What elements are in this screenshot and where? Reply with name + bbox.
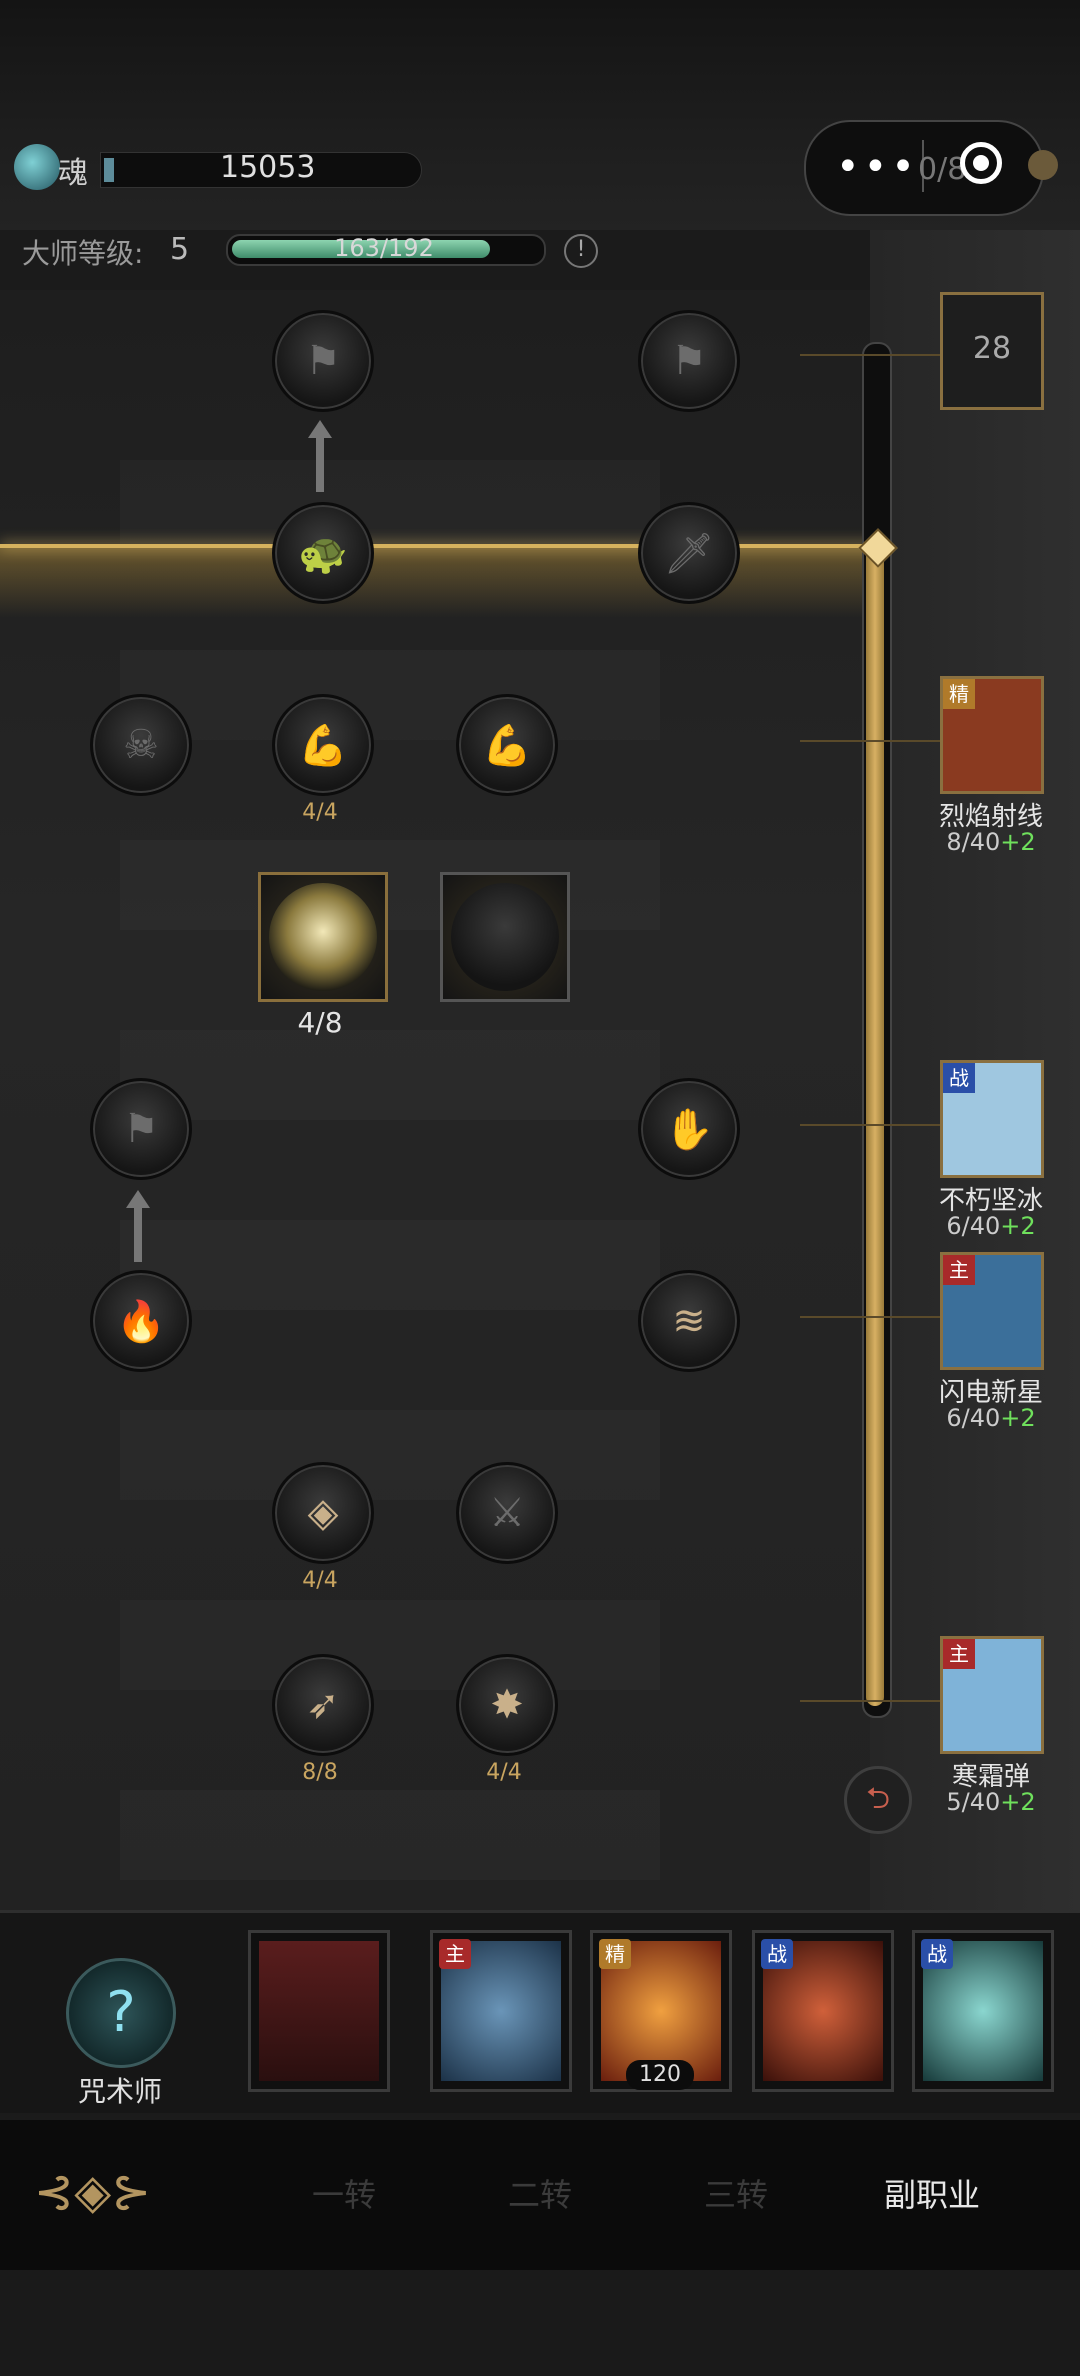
- class-name: 咒术师: [77, 2075, 162, 2108]
- dagger-icon[interactable]: 🗡: [638, 502, 740, 604]
- arrow-shaft: [316, 436, 324, 492]
- more-menu-button[interactable]: •••: [836, 144, 919, 190]
- rail-progress: [866, 548, 884, 1706]
- class-icon[interactable]: ?: [66, 1958, 176, 2068]
- arrow-shaft: [134, 1206, 142, 1262]
- gem-icon[interactable]: ◈: [272, 1462, 374, 1564]
- tab-second-class[interactable]: 二转: [460, 2170, 620, 2216]
- star-badge-icon: [1028, 150, 1058, 180]
- hammer-icon: [259, 1941, 379, 2081]
- back-ornament-icon[interactable]: ⊰◈⊱: [34, 2164, 151, 2220]
- rail-connector: [800, 354, 940, 356]
- soul-bar-fill: [104, 158, 114, 182]
- slot-level: 28: [972, 331, 1012, 366]
- soul-orb-icon: [14, 144, 60, 190]
- spear-icon[interactable]: ⚔: [456, 1462, 558, 1564]
- banner-lock-icon[interactable]: ⚑: [272, 310, 374, 412]
- rail-connector: [800, 1700, 940, 1702]
- rail-connector: [800, 1124, 940, 1126]
- skill-badge: 精: [943, 679, 975, 709]
- skill-slot[interactable]: 战: [912, 1930, 1054, 2092]
- soul-value: 15053: [220, 150, 316, 185]
- skill-badge: 战: [943, 1063, 975, 1093]
- muscle-icon[interactable]: 💪: [456, 694, 558, 796]
- wind-icon[interactable]: ≋: [638, 1270, 740, 1372]
- hand-shield-icon[interactable]: ✋: [638, 1078, 740, 1180]
- master-level-value: 5: [170, 232, 190, 267]
- slot-badge: 主: [439, 1939, 471, 1969]
- info-icon[interactable]: !: [564, 234, 598, 268]
- node-count: 8/8: [302, 1760, 338, 1785]
- skill-level: 5/40+2: [946, 1788, 1036, 1816]
- node-count: 4/4: [302, 800, 338, 825]
- skill-badge: 主: [943, 1255, 975, 1285]
- tree-band: [120, 460, 660, 550]
- slot-badge: 精: [599, 1939, 631, 1969]
- locked-skill-slot[interactable]: 28: [940, 292, 1044, 410]
- banner-lock-icon[interactable]: ⚑: [90, 1078, 192, 1180]
- rail-connector: [800, 1316, 940, 1318]
- node-count: 4/4: [486, 1760, 522, 1785]
- node-count: 4/4: [302, 1568, 338, 1593]
- bottom-strip: [0, 2270, 1080, 2376]
- tree-band: [120, 1600, 660, 1690]
- slot-badge: 战: [761, 1939, 793, 1969]
- slot-count: 120: [626, 2060, 694, 2090]
- node-count: 4/8: [297, 1006, 343, 1039]
- weapon-slot[interactable]: [248, 1930, 390, 2092]
- tree-band: [120, 1220, 660, 1310]
- skull-icon[interactable]: ☠: [90, 694, 192, 796]
- skill-slot[interactable]: 主: [430, 1930, 572, 2092]
- tree-band: [120, 650, 660, 740]
- skill-flame-ray[interactable]: 精: [940, 676, 1044, 794]
- tab-sub-profession[interactable]: 副职业: [852, 2170, 1012, 2216]
- tab-third-class[interactable]: 三转: [656, 2170, 816, 2216]
- skill-level: 6/40+2: [946, 1212, 1036, 1240]
- tree-band: [120, 1790, 660, 1880]
- capsule-counter: 0/8: [918, 152, 967, 187]
- turtle-icon[interactable]: 🐢: [272, 502, 374, 604]
- tree-band: [120, 1410, 660, 1500]
- soul-label: 魂: [58, 156, 88, 191]
- burst-icon[interactable]: ✸: [456, 1654, 558, 1756]
- tab-first-class[interactable]: 一转: [264, 2170, 424, 2216]
- skill-level: 6/40+2: [946, 1404, 1036, 1432]
- skill-badge: 主: [943, 1639, 975, 1669]
- tree-band: [120, 1030, 660, 1120]
- skill-frost-bolt[interactable]: 主: [940, 1636, 1044, 1754]
- target-dot: [973, 155, 989, 171]
- master-level-label: 大师等级:: [22, 237, 144, 270]
- eclipse-icon[interactable]: [258, 872, 388, 1002]
- banner-lock-icon[interactable]: ⚑: [638, 310, 740, 412]
- skill-lightning-nova[interactable]: 主: [940, 1252, 1044, 1370]
- tree-band: [120, 840, 660, 930]
- flame-icon[interactable]: 🔥: [90, 1270, 192, 1372]
- banner-lock-icon[interactable]: [440, 872, 570, 1002]
- skill-eternal-ice[interactable]: 战: [940, 1060, 1044, 1178]
- slot-badge: 战: [921, 1939, 953, 1969]
- muscle-icon[interactable]: 💪: [272, 694, 374, 796]
- spear-tip-icon[interactable]: ➶: [272, 1654, 374, 1756]
- reset-button[interactable]: ⮌: [844, 1766, 912, 1834]
- xp-text: 163/192: [334, 234, 434, 262]
- rail-connector: [800, 740, 940, 742]
- skill-level: 8/40+2: [946, 828, 1036, 856]
- skill-slot[interactable]: 战: [752, 1930, 894, 2092]
